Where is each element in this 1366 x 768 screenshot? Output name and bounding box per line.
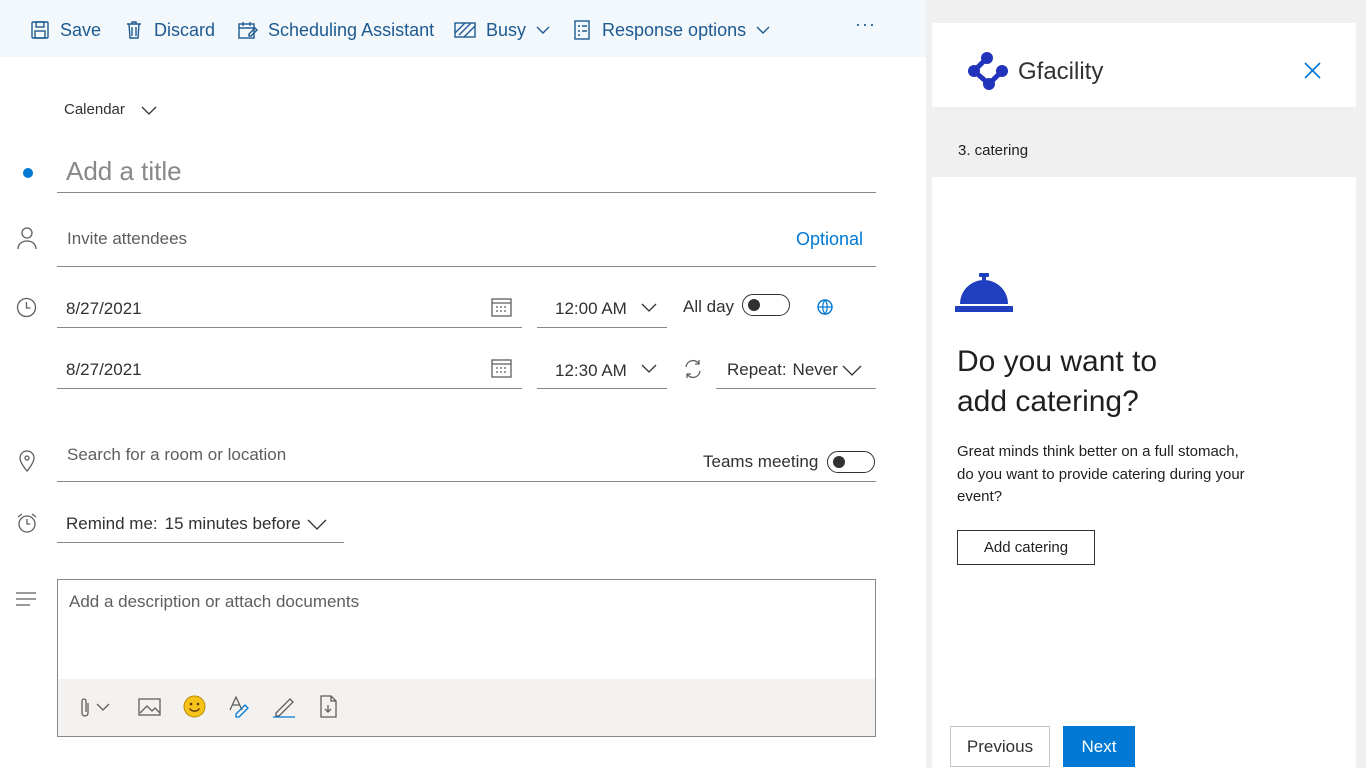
reminder-underline	[57, 542, 344, 543]
busy-label: Busy	[486, 19, 527, 40]
teams-meeting-toggle[interactable]	[827, 451, 875, 473]
optional-link[interactable]: Optional	[796, 229, 863, 250]
end-date-input[interactable]: 8/27/2021	[66, 360, 142, 380]
toggle-knob	[748, 299, 760, 311]
end-time-dropdown[interactable]: 12:30 AM	[555, 361, 627, 381]
attendees-input[interactable]: Invite attendees	[67, 229, 187, 249]
chevron-down-icon[interactable]	[96, 703, 110, 712]
all-day-label: All day	[683, 297, 735, 316]
attendees-underline	[57, 266, 876, 267]
location-underline	[57, 481, 876, 482]
chevron-down-icon	[756, 26, 770, 34]
trash-icon	[127, 21, 141, 39]
previous-button[interactable]: Previous	[950, 726, 1050, 767]
chevron-down-icon	[641, 364, 657, 373]
end-time-underline	[537, 388, 667, 389]
step-label: 3. catering	[958, 142, 1029, 159]
start-time-underline	[537, 327, 667, 328]
insert-file-icon[interactable]	[318, 695, 340, 719]
calendar-icon[interactable]	[491, 297, 512, 317]
pen-draw-icon[interactable]	[272, 695, 297, 719]
service-bell-icon	[955, 273, 1013, 312]
response-options-label: Response options	[602, 19, 747, 40]
busy-status-icon	[454, 22, 476, 38]
required-dot	[23, 168, 33, 178]
repeat-value: Never	[792, 360, 838, 379]
format-text-icon[interactable]	[228, 695, 250, 719]
response-options-dropdown[interactable]: Response options	[574, 16, 780, 44]
clock-icon	[16, 297, 37, 318]
editor-toolbar	[58, 679, 875, 736]
title-underline	[57, 192, 876, 193]
time-zone-icon[interactable]	[815, 297, 835, 317]
scheduling-assistant-button[interactable]: Scheduling Assistant	[238, 16, 434, 44]
all-day-toggle[interactable]	[742, 294, 790, 316]
person-icon	[17, 227, 37, 250]
text-lines-icon	[16, 592, 36, 606]
chevron-down-icon	[536, 26, 550, 34]
chevron-down-icon	[141, 106, 157, 115]
calendar-selector[interactable]: Calendar	[64, 101, 157, 118]
start-date-underline	[57, 327, 522, 328]
response-options-icon	[574, 20, 590, 40]
scheduling-assistant-label: Scheduling Assistant	[268, 19, 435, 40]
reminder-dropdown[interactable]: Remind me: 15 minutes before	[66, 514, 327, 534]
end-date-underline	[57, 388, 522, 389]
save-button[interactable]: Save	[30, 16, 101, 44]
emoji-icon[interactable]	[183, 695, 206, 718]
calendar-edit-icon	[238, 22, 258, 39]
description-input[interactable]: Add a description or attach documents	[69, 592, 359, 612]
paperclip-icon[interactable]	[78, 697, 92, 719]
location-pin-icon	[19, 450, 35, 472]
app-name: Gfacility	[1018, 58, 1104, 85]
calendar-icon[interactable]	[491, 358, 512, 378]
chevron-down-icon	[307, 519, 327, 530]
save-icon	[31, 21, 49, 39]
description-line-3: event?	[957, 488, 1003, 505]
next-button[interactable]: Next	[1063, 726, 1135, 767]
alarm-clock-icon	[17, 513, 37, 533]
save-label: Save	[60, 19, 102, 40]
start-time-dropdown[interactable]: 12:00 AM	[555, 299, 627, 319]
catering-heading: Do you want to add catering?	[957, 342, 1157, 422]
start-date-input[interactable]: 8/27/2021	[66, 299, 142, 319]
catering-description: Great minds think better on a full stoma…	[957, 441, 1245, 509]
discard-button[interactable]: Discard	[124, 16, 215, 44]
heading-line-1: Do you want to	[957, 345, 1158, 378]
add-catering-button[interactable]: Add catering	[957, 530, 1095, 565]
chevron-down-icon	[842, 365, 862, 376]
busy-dropdown[interactable]: Busy	[454, 16, 560, 44]
repeat-label: Repeat:	[727, 360, 787, 379]
heading-line-2: add catering?	[957, 385, 1139, 418]
repeat-icon	[685, 359, 701, 379]
close-icon[interactable]	[1304, 62, 1321, 79]
remind-label: Remind me:	[66, 514, 158, 533]
remind-value: 15 minutes before	[164, 514, 301, 533]
repeat-underline	[716, 388, 876, 389]
location-input[interactable]: Search for a room or location	[67, 445, 286, 465]
repeat-dropdown[interactable]: Repeat: Never	[727, 360, 862, 380]
image-icon[interactable]	[138, 698, 161, 716]
description-line-2: do you want to provide catering during y…	[957, 465, 1245, 483]
more-options-button[interactable]: ···	[855, 14, 876, 35]
teams-meeting-label: Teams meeting	[703, 452, 819, 471]
description-line-1: Great minds think better on a full stoma…	[957, 443, 1239, 460]
discard-label: Discard	[154, 19, 216, 40]
gfacility-logo	[968, 52, 1008, 90]
title-input[interactable]: Add a title	[66, 156, 182, 187]
chevron-down-icon	[641, 303, 657, 312]
toggle-knob	[833, 456, 845, 468]
description-editor[interactable]: Add a description or attach documents	[57, 579, 876, 737]
calendar-label: Calendar	[64, 101, 125, 118]
